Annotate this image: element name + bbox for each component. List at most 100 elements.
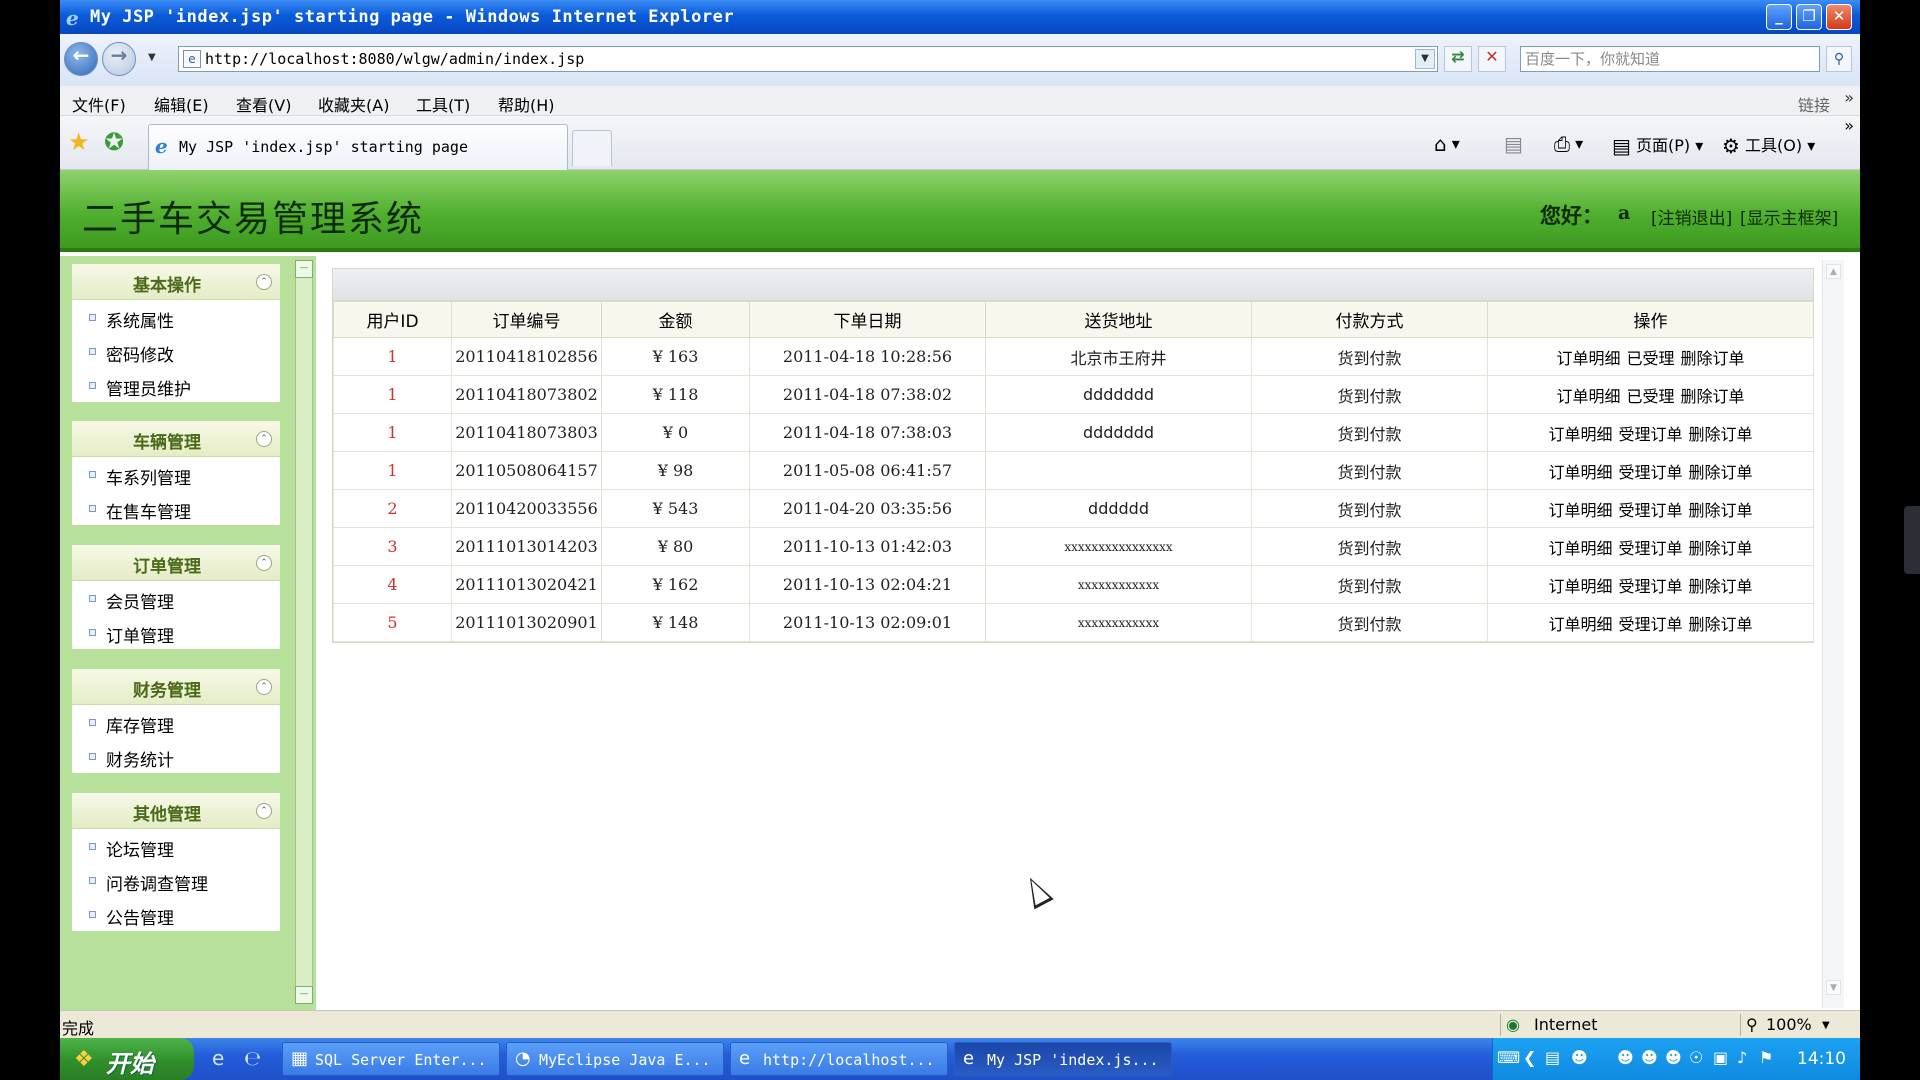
search-box[interactable]	[1520, 46, 1820, 72]
accept-order-link[interactable]: 受理订单	[1618, 501, 1682, 520]
show-frame-link[interactable]: [显示主框架]	[1740, 204, 1838, 229]
flag-icon[interactable]: ⚑	[1759, 1048, 1773, 1067]
sidebar-item-cars-on-sale[interactable]: 在售车管理	[72, 491, 280, 525]
collapse-icon[interactable]: ⌃	[256, 803, 272, 819]
maximize-button[interactable]: ❐	[1796, 4, 1822, 30]
delete-order-link[interactable]: 删除订单	[1689, 615, 1753, 634]
feeds-icon[interactable]: ▤	[1504, 132, 1523, 156]
accept-order-link[interactable]: 已受理	[1626, 349, 1674, 368]
zoom-dropdown-icon[interactable]: ▼	[1822, 1020, 1830, 1031]
sidebar-group-header[interactable]: 基本操作 ⌃	[72, 264, 280, 300]
overflow-chevron-icon[interactable]: »	[1844, 88, 1854, 107]
close-button[interactable]: ✕	[1826, 4, 1852, 30]
task-sql-server[interactable]: ▦ SQL Server Enter...	[282, 1042, 500, 1076]
splitter-track[interactable]	[295, 260, 313, 1004]
print-icon[interactable]: ⎙ ▾	[1554, 132, 1583, 156]
logout-link[interactable]: [注销退出]	[1651, 204, 1732, 229]
minimize-button[interactable]: _	[1766, 4, 1792, 30]
order-detail-link[interactable]: 订单明细	[1548, 463, 1612, 482]
order-detail-link[interactable]: 订单明细	[1556, 349, 1620, 368]
keyboard-icon[interactable]: ⌨	[1497, 1048, 1520, 1067]
sidebar-group-header[interactable]: 财务管理 ⌃	[72, 669, 280, 705]
frame-splitter[interactable]: — —	[292, 256, 316, 1010]
task-jsp-page[interactable]: e My JSP 'index.js...	[954, 1042, 1172, 1076]
sidebar-item-announcements[interactable]: 公告管理	[72, 897, 280, 931]
url-text[interactable]: http://localhost:8080/wlgw/admin/index.j…	[205, 50, 584, 68]
order-detail-link[interactable]: 订单明细	[1548, 615, 1612, 634]
qq-icon[interactable]: ☻	[1617, 1048, 1634, 1067]
accept-order-link[interactable]: 受理订单	[1618, 615, 1682, 634]
back-button[interactable]: ←	[64, 42, 98, 76]
security-icon[interactable]: ☉	[1689, 1048, 1703, 1067]
display-icon[interactable]: ▣	[1713, 1048, 1728, 1067]
zoom-level[interactable]: 100%	[1766, 1015, 1812, 1034]
security-zone[interactable]: Internet	[1534, 1015, 1598, 1034]
collapse-icon[interactable]: ⌃	[256, 274, 272, 290]
links-toolbar[interactable]: 链接	[1798, 92, 1830, 116]
accept-order-link[interactable]: 受理订单	[1618, 463, 1682, 482]
home-icon[interactable]: ⌂ ▾	[1434, 132, 1460, 156]
sidebar-item-system-properties[interactable]: 系统属性	[72, 300, 280, 334]
sidebar-item-members[interactable]: 会员管理	[72, 581, 280, 615]
accept-order-link[interactable]: 已受理	[1626, 387, 1674, 406]
sidebar-item-password[interactable]: 密码修改	[72, 334, 280, 368]
splitter-up-icon[interactable]: —	[295, 260, 313, 278]
clock[interactable]: 14:10	[1797, 1049, 1846, 1069]
start-button[interactable]: ❖ 开始	[60, 1038, 194, 1080]
accept-order-link[interactable]: 受理订单	[1618, 577, 1682, 596]
order-detail-link[interactable]: 订单明细	[1548, 425, 1612, 444]
menu-help[interactable]: 帮助(H)	[498, 92, 555, 116]
menu-view[interactable]: 查看(V)	[236, 92, 291, 116]
sidebar-group-header[interactable]: 车辆管理 ⌃	[72, 421, 280, 457]
scroll-down-icon[interactable]: ▼	[1826, 980, 1841, 995]
command-overflow-icon[interactable]: »	[1844, 116, 1854, 135]
history-dropdown-icon[interactable]: ▼	[148, 52, 156, 63]
sidebar-item-admin[interactable]: 管理员维护	[72, 368, 280, 402]
sidebar-group-header[interactable]: 订单管理 ⌃	[72, 545, 280, 581]
sidebar-item-finance-stats[interactable]: 财务统计	[72, 739, 280, 773]
qq-icon[interactable]: ☻	[1641, 1048, 1658, 1067]
delete-order-link[interactable]: 删除订单	[1689, 577, 1753, 596]
sidebar-item-orders[interactable]: 订单管理	[72, 615, 280, 649]
task-myeclipse[interactable]: ◔ MyEclipse Java E...	[506, 1042, 724, 1076]
collapse-icon[interactable]: ⌃	[256, 431, 272, 447]
qq-icon[interactable]: ☻	[1571, 1048, 1588, 1067]
qq-icon[interactable]: ☻	[1665, 1048, 1682, 1067]
new-tab-button[interactable]	[572, 130, 612, 166]
splitter-down-icon[interactable]: —	[295, 986, 313, 1004]
favorites-star-icon[interactable]: ★	[68, 128, 90, 156]
accept-order-link[interactable]: 受理订单	[1618, 425, 1682, 444]
order-detail-link[interactable]: 订单明细	[1556, 387, 1620, 406]
menu-edit[interactable]: 编辑(E)	[154, 92, 209, 116]
address-dropdown-icon[interactable]: ▼	[1415, 49, 1435, 69]
tools-menu[interactable]: ⚙ 工具(O) ▾	[1722, 132, 1815, 158]
scroll-up-icon[interactable]: ▲	[1826, 264, 1841, 279]
delete-order-link[interactable]: 删除订单	[1689, 463, 1753, 482]
sidebar-item-inventory[interactable]: 库存管理	[72, 705, 280, 739]
delete-order-link[interactable]: 删除订单	[1689, 501, 1753, 520]
search-input[interactable]	[1525, 48, 1805, 70]
refresh-icon[interactable]: ⇄	[1444, 46, 1472, 72]
quicklaunch-ie-icon[interactable]: e	[212, 1046, 224, 1070]
add-favorite-icon[interactable]: ✪	[104, 128, 124, 156]
delete-order-link[interactable]: 删除订单	[1689, 539, 1753, 558]
title-bar[interactable]: e My JSP 'index.jsp' starting page - Win…	[60, 0, 1860, 34]
task-localhost[interactable]: e http://localhost...	[730, 1042, 948, 1076]
accept-order-link[interactable]: 受理订单	[1618, 539, 1682, 558]
sidebar-group-header[interactable]: 其他管理 ⌃	[72, 793, 280, 829]
delete-order-link[interactable]: 删除订单	[1681, 349, 1745, 368]
sidebar-item-survey[interactable]: 问卷调查管理	[72, 863, 280, 897]
stop-icon[interactable]: ✕	[1478, 46, 1506, 72]
order-detail-link[interactable]: 订单明细	[1548, 577, 1612, 596]
collapse-icon[interactable]: ⌃	[256, 555, 272, 571]
address-field[interactable]: e http://localhost:8080/wlgw/admin/index…	[178, 46, 1438, 72]
sidebar-item-forum[interactable]: 论坛管理	[72, 829, 280, 863]
page-scrollbar[interactable]: ▲ ▼	[1822, 260, 1844, 1008]
tab-active[interactable]: e My JSP 'index.jsp' starting page	[148, 124, 568, 170]
page-menu[interactable]: ▤ 页面(P) ▾	[1612, 132, 1703, 158]
tray-expand-icon[interactable]: ❮	[1523, 1048, 1536, 1067]
edge-handle[interactable]	[1904, 506, 1920, 574]
delete-order-link[interactable]: 删除订单	[1689, 425, 1753, 444]
collapse-icon[interactable]: ⌃	[256, 679, 272, 695]
order-detail-link[interactable]: 订单明细	[1548, 501, 1612, 520]
